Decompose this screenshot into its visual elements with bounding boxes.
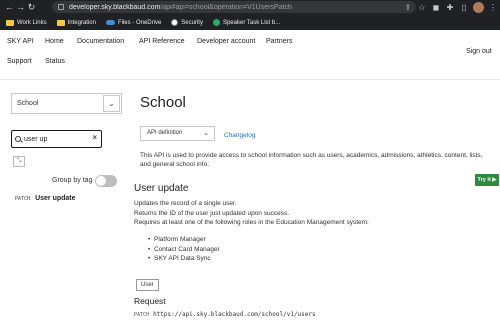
operation-description-line: Updates the record of a single user. [134, 200, 237, 207]
nav-status[interactable]: Status [45, 58, 65, 65]
operation-method: PATCH [15, 195, 31, 202]
group-by-tag-label: Group by tag [52, 177, 93, 184]
folder-icon [56, 19, 65, 26]
browser-actions: ⇪ ☆ ◼ ✚ ▯ ⋮ [403, 2, 498, 13]
profile-avatar[interactable] [473, 2, 484, 13]
changelog-link[interactable]: Changelog [224, 132, 255, 139]
bookmark-label: Security [181, 19, 203, 26]
search-input[interactable]: user up × [11, 130, 102, 148]
request-endpoint: PATCH https://api.sky.blackbaud.com/schoo… [134, 311, 316, 318]
nav-documentation[interactable]: Documentation [77, 38, 124, 45]
browser-toolbar: ← → ↻ developer.sky.blackbaud.com/api#ap… [0, 0, 500, 15]
bookmark-label: Work Links [17, 19, 47, 26]
roles-list: Platform Manager Contact Card Manager SK… [148, 235, 220, 264]
extensions-puzzle-icon[interactable]: ✚ [445, 2, 455, 13]
try-it-button[interactable]: Try it ▶ [475, 174, 499, 186]
bookmark-label: Files - OneDrive [117, 19, 162, 26]
operation-item-user-update[interactable]: PATCH User update [15, 195, 76, 202]
nav-partners[interactable]: Partners [266, 38, 292, 45]
collapse-icon[interactable]: ⤡ [13, 156, 25, 167]
operation-name: User update [35, 195, 76, 202]
address-bar[interactable]: developer.sky.blackbaud.com/api#api=scho… [52, 1, 416, 13]
role-item: SKY API Data Sync [148, 254, 220, 264]
sidebar: School ⌄ user up × ⤡ Group by tag PATCH … [0, 80, 128, 328]
toggle-knob [96, 176, 106, 186]
globe-icon [171, 19, 179, 26]
search-icon [15, 136, 21, 142]
bookmark-speaker-task-list[interactable]: Speaker Task List b... [212, 19, 281, 26]
chevron-down-icon[interactable]: ⌄ [103, 95, 120, 112]
url-host: developer.sky.blackbaud.com [69, 3, 161, 11]
request-url: https://api.sky.blackbaud.com/school/v1/… [153, 311, 316, 318]
nav-api-reference[interactable]: API Reference [139, 38, 185, 45]
role-item: Platform Manager [148, 235, 220, 245]
chevron-down-icon: ⌄ [203, 130, 209, 137]
api-description: This API is used to provide access to sc… [140, 152, 483, 168]
bookmark-label: Speaker Task List b... [222, 19, 281, 26]
operation-title: User update [134, 183, 189, 194]
api-definition-select[interactable]: API definition ⌄ [140, 126, 215, 141]
request-method: PATCH [134, 312, 150, 318]
browser-chrome: ← → ↻ developer.sky.blackbaud.com/api#ap… [0, 0, 500, 30]
onedrive-icon [105, 20, 115, 25]
api-definition-value: API definition [147, 130, 183, 136]
share-icon[interactable]: ⇪ [403, 2, 413, 13]
extension-icon[interactable]: ◼ [431, 2, 441, 13]
url-text: developer.sky.blackbaud.com/api#api=scho… [69, 4, 292, 11]
tag-user[interactable]: User [136, 279, 159, 291]
search-value: user up [24, 135, 48, 143]
nav-support[interactable]: Support [7, 58, 32, 65]
bookmark-star-icon[interactable]: ☆ [417, 2, 427, 13]
folder-icon [6, 19, 14, 26]
bookmark-label: Integration [67, 19, 96, 26]
nav-sky-api[interactable]: SKY API [7, 38, 34, 45]
role-item: Contact Card Manager [148, 245, 220, 255]
sign-out-link[interactable]: Sign out [466, 48, 492, 55]
nav-home[interactable]: Home [45, 38, 64, 45]
lock-icon [58, 4, 64, 10]
app-icon [212, 19, 220, 26]
operation-description-line: Returns the ID of the user just updated … [134, 209, 290, 217]
group-by-tag-toggle[interactable] [95, 175, 117, 187]
reload-button[interactable]: ↻ [26, 0, 37, 15]
api-select-value: School [17, 100, 39, 107]
url-path: /api#api=school&operation=V1UsersPatch [160, 3, 292, 11]
main-content: School API definition ⌄ Changelog This A… [128, 80, 500, 328]
forward-button[interactable]: → [15, 0, 26, 15]
operation-description-line: Requires at least one of the following r… [134, 219, 369, 226]
bookmark-onedrive[interactable]: Files - OneDrive [105, 19, 162, 26]
bookmark-security[interactable]: Security [171, 19, 203, 26]
back-button[interactable]: ← [4, 0, 15, 15]
bookmark-integration[interactable]: Integration [56, 19, 96, 26]
clear-search-icon[interactable]: × [92, 133, 97, 142]
request-heading: Request [134, 296, 166, 306]
bookmarks-bar: Work Links Integration Files - OneDrive … [0, 15, 500, 30]
bookmark-work-links[interactable]: Work Links [6, 19, 47, 26]
menu-icon[interactable]: ⋮ [488, 2, 498, 13]
nav-developer-account[interactable]: Developer account [197, 38, 255, 45]
sidebar-icon[interactable]: ▯ [459, 2, 469, 13]
page-title: School [140, 94, 186, 111]
api-select[interactable]: School ⌄ [11, 93, 122, 114]
site-nav: SKY API Home Documentation API Reference… [0, 30, 500, 80]
operation-description: Updates the record of a single user. Ret… [134, 199, 489, 228]
